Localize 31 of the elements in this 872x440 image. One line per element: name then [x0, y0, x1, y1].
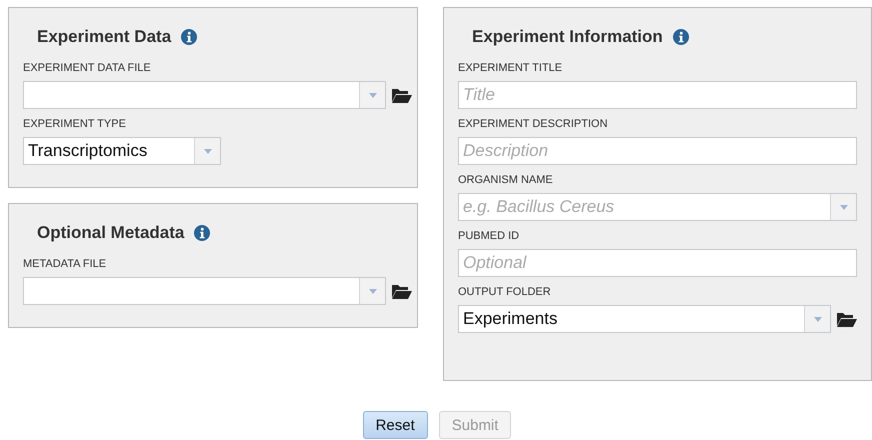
input-field[interactable]: Title: [458, 81, 857, 109]
caret-icon: [204, 148, 212, 154]
info-icon[interactable]: [672, 29, 689, 45]
caret-icon: [368, 92, 376, 98]
caret-icon: [368, 288, 376, 294]
field-label: OUTPUT FOLDER: [458, 285, 552, 299]
field-label: ORGANISM NAME: [458, 173, 554, 187]
dropdown-field[interactable]: Experiments: [458, 305, 831, 333]
dropdown-field[interactable]: [23, 277, 386, 305]
input-field[interactable]: Optional: [458, 249, 857, 277]
dropdown-field[interactable]: Transcriptomics: [23, 137, 221, 165]
folder-icon[interactable]: [392, 284, 412, 298]
field-label: METADATA FILE: [23, 257, 108, 271]
panel-title: Experiment Information: [472, 27, 663, 47]
field-label: PUBMED ID: [458, 229, 520, 243]
field-label: EXPERIMENT DATA FILE: [23, 61, 152, 75]
caret-icon: [840, 204, 848, 210]
field-label: EXPERIMENT DESCRIPTION: [458, 117, 609, 131]
folder-icon[interactable]: [837, 312, 857, 326]
panel-title: Experiment Data: [37, 27, 172, 47]
panel-title: Optional Metadata: [37, 223, 184, 243]
form-button[interactable]: Reset: [362, 411, 428, 439]
info-icon[interactable]: [181, 29, 198, 45]
field-label: EXPERIMENT TITLE: [458, 61, 564, 75]
dropdown-field[interactable]: e.g. Bacillus Cereus: [458, 193, 857, 221]
caret-icon: [814, 316, 822, 322]
dropdown-field[interactable]: [23, 81, 386, 109]
folder-icon[interactable]: [392, 88, 412, 102]
info-icon[interactable]: [194, 225, 210, 241]
input-field[interactable]: Description: [458, 137, 857, 165]
field-label: EXPERIMENT TYPE: [23, 117, 127, 131]
